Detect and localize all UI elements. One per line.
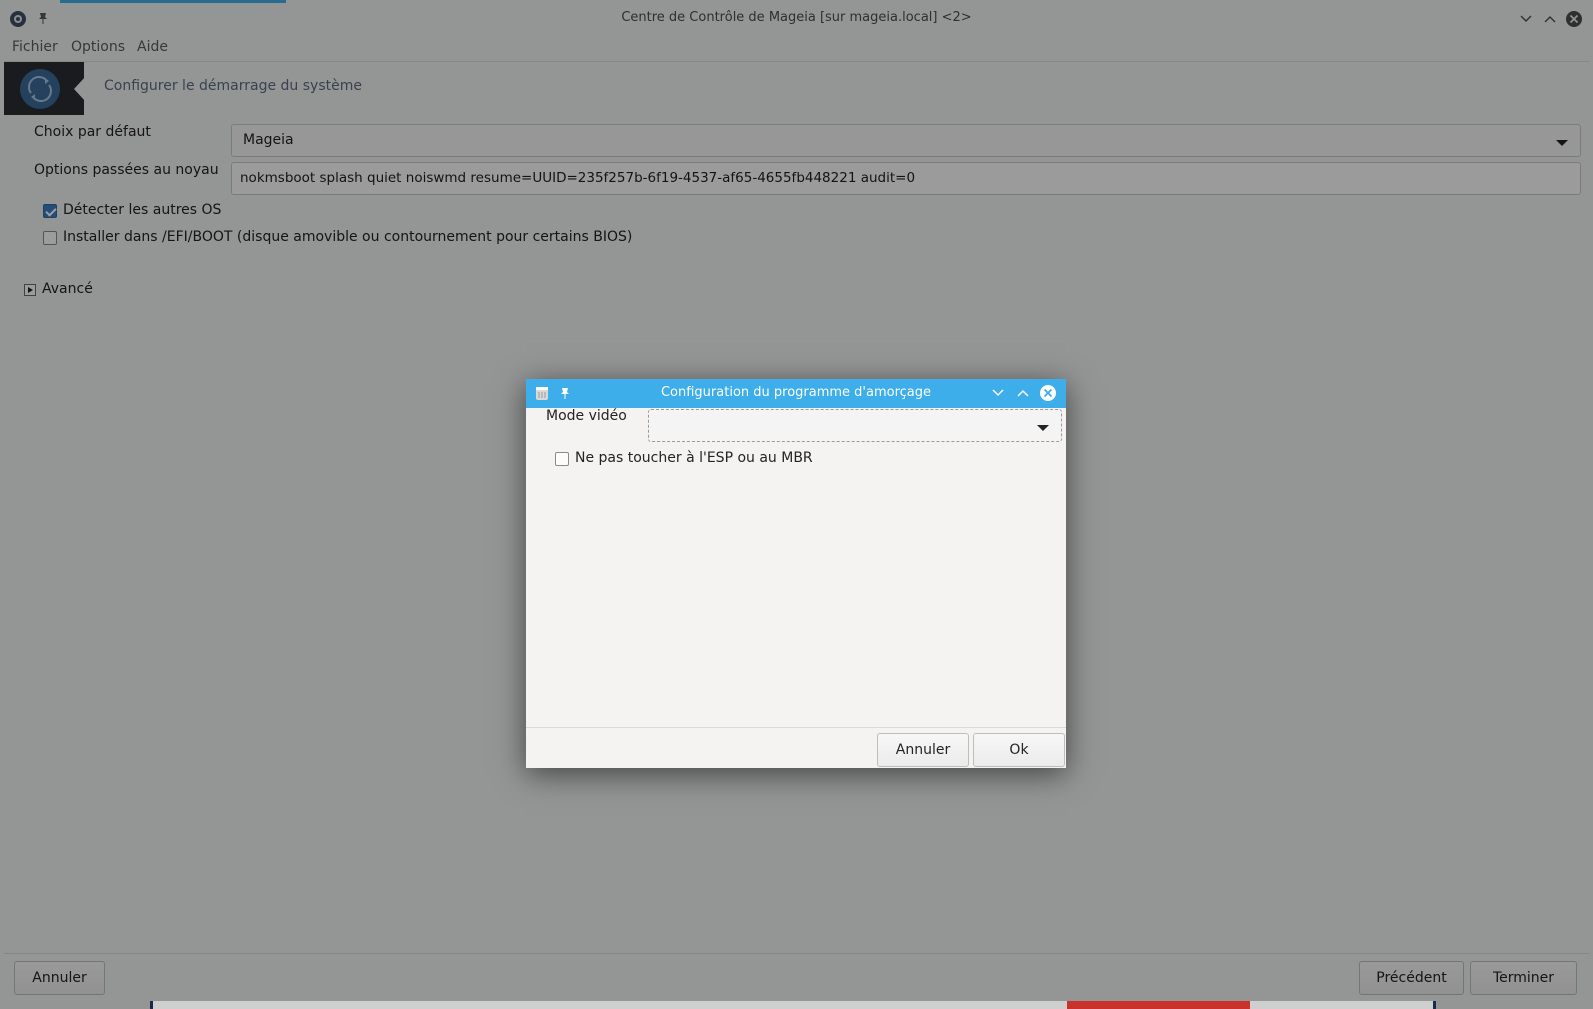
dialog-maximize-icon[interactable]: [1014, 384, 1032, 402]
background-window-edge-red: [1067, 1001, 1250, 1009]
install-efi-checkbox[interactable]: [43, 231, 57, 245]
no-touch-esp-label: Ne pas toucher à l'ESP ou au MBR: [575, 450, 813, 466]
dialog-title: Configuration du programme d'amorçage: [660, 385, 932, 400]
menubar: Fichier Options Aide: [0, 37, 1593, 61]
expander-arrow-icon[interactable]: [24, 284, 36, 296]
default-choice-combo[interactable]: Mageia: [231, 124, 1581, 157]
boot-refresh-icon: [19, 68, 61, 114]
bootloader-config-dialog: Configuration du programme d'amorçage Mo…: [526, 379, 1066, 768]
header-banner: Configurer le démarrage du système: [4, 61, 1589, 116]
banner-arrow: [74, 76, 86, 102]
minimize-icon[interactable]: [1516, 9, 1536, 29]
banner-icon-box: [4, 62, 84, 115]
detect-other-os-label: Détecter les autres OS: [63, 202, 222, 218]
kernel-options-label: Options passées au noyau: [34, 162, 219, 178]
install-efi-label: Installer dans /EFI/BOOT (disque amovibl…: [63, 229, 633, 245]
video-mode-combo[interactable]: [648, 409, 1062, 442]
menu-options[interactable]: Options: [71, 39, 125, 55]
cancel-button[interactable]: Annuler: [14, 961, 105, 995]
window-titlebar[interactable]: Centre de Contrôle de Mageia [sur mageia…: [0, 0, 1593, 38]
kernel-options-value: nokmsboot splash quiet noiswmd resume=UU…: [240, 170, 916, 186]
menu-fichier[interactable]: Fichier: [12, 39, 58, 55]
default-choice-label: Choix par défaut: [34, 124, 151, 140]
dialog-close-icon[interactable]: [1039, 384, 1057, 402]
dialog-footer: Annuler Ok: [526, 727, 1066, 769]
detect-other-os-checkbox[interactable]: [43, 204, 57, 218]
advanced-expander-label[interactable]: Avancé: [42, 281, 93, 297]
dialog-titlebar[interactable]: Configuration du programme d'amorçage: [526, 379, 1066, 408]
dialog-body: Mode vidéo Ne pas toucher à l'ESP ou au …: [526, 408, 1066, 728]
dialog-minimize-icon[interactable]: [989, 384, 1007, 402]
window-title: Centre de Contrôle de Mageia [sur mageia…: [621, 10, 972, 25]
titlebar-accent: [60, 0, 286, 3]
video-mode-label: Mode vidéo: [546, 408, 627, 424]
previous-button[interactable]: Précédent: [1359, 961, 1464, 995]
maximize-icon[interactable]: [1540, 9, 1560, 29]
default-choice-value: Mageia: [243, 132, 294, 148]
bottom-button-bar: Annuler Précédent Terminer: [4, 953, 1589, 1002]
chevron-down-icon: [1037, 425, 1049, 431]
chevron-down-icon: [1556, 140, 1568, 146]
dialog-ok-button[interactable]: Ok: [973, 733, 1065, 767]
page-title: Configurer le démarrage du système: [104, 78, 362, 94]
kernel-options-input[interactable]: nokmsboot splash quiet noiswmd resume=UU…: [231, 162, 1581, 195]
dialog-cancel-button[interactable]: Annuler: [877, 733, 969, 767]
menu-aide[interactable]: Aide: [137, 39, 168, 55]
no-touch-esp-checkbox[interactable]: [555, 452, 569, 466]
finish-button[interactable]: Terminer: [1470, 961, 1577, 995]
close-icon[interactable]: [1564, 9, 1584, 29]
